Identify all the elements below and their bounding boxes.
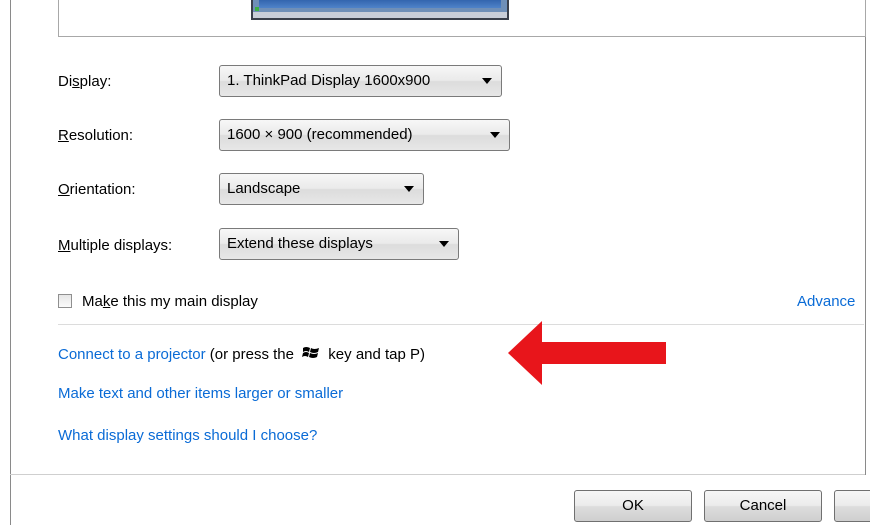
orientation-label: Orientation: bbox=[58, 181, 136, 198]
connect-projector-link[interactable]: Connect to a projector bbox=[58, 346, 206, 363]
multiple-displays-select[interactable]: Extend these displays bbox=[219, 228, 459, 260]
chevron-down-icon bbox=[482, 78, 492, 84]
display-label: Display: bbox=[58, 73, 112, 90]
chevron-down-icon bbox=[490, 132, 500, 138]
resolution-select[interactable]: 1600 × 900 (recommended) bbox=[219, 119, 510, 151]
projector-hint-end: key and tap P) bbox=[324, 346, 426, 363]
footer-divider bbox=[10, 474, 865, 475]
start-button-icon bbox=[255, 7, 259, 11]
main-display-checkbox[interactable] bbox=[58, 294, 72, 308]
red-arrow-icon bbox=[508, 321, 666, 385]
display-select[interactable]: 1. ThinkPad Display 1600x900 bbox=[219, 65, 502, 97]
text-size-link[interactable]: Make text and other items larger or smal… bbox=[58, 385, 343, 403]
orientation-select[interactable]: Landscape bbox=[219, 173, 424, 205]
projector-line: Connect to a projector (or press the key… bbox=[58, 345, 425, 364]
chevron-down-icon bbox=[439, 241, 449, 247]
display-help-link[interactable]: What display settings should I choose? bbox=[58, 427, 317, 445]
monitor-screen bbox=[259, 0, 501, 8]
display-select-value: 1. ThinkPad Display 1600x900 bbox=[227, 72, 431, 89]
divider bbox=[58, 324, 864, 325]
apply-button-partial[interactable] bbox=[834, 490, 870, 522]
chevron-down-icon bbox=[404, 186, 414, 192]
monitor-thumbnail[interactable] bbox=[251, 0, 509, 20]
main-display-label: Make this my main display bbox=[82, 293, 258, 310]
multiple-displays-label: Multiple displays: bbox=[58, 237, 173, 254]
orientation-select-value: Landscape bbox=[227, 180, 301, 197]
multiple-displays-select-value: Extend these displays bbox=[227, 235, 373, 252]
window-right-border bbox=[865, 0, 866, 475]
monitor-preview-area bbox=[58, 0, 866, 37]
windows-logo-icon bbox=[302, 347, 320, 358]
advanced-settings-link[interactable]: Advance bbox=[797, 293, 855, 311]
monitor-taskbar bbox=[253, 12, 507, 18]
resolution-select-value: 1600 × 900 (recommended) bbox=[227, 126, 413, 143]
resolution-label: Resolution: bbox=[58, 127, 134, 144]
projector-hint-start: (or press the bbox=[205, 346, 299, 363]
ok-button[interactable]: OK bbox=[574, 490, 692, 522]
window-left-border bbox=[10, 0, 11, 525]
cancel-button[interactable]: Cancel bbox=[704, 490, 822, 522]
